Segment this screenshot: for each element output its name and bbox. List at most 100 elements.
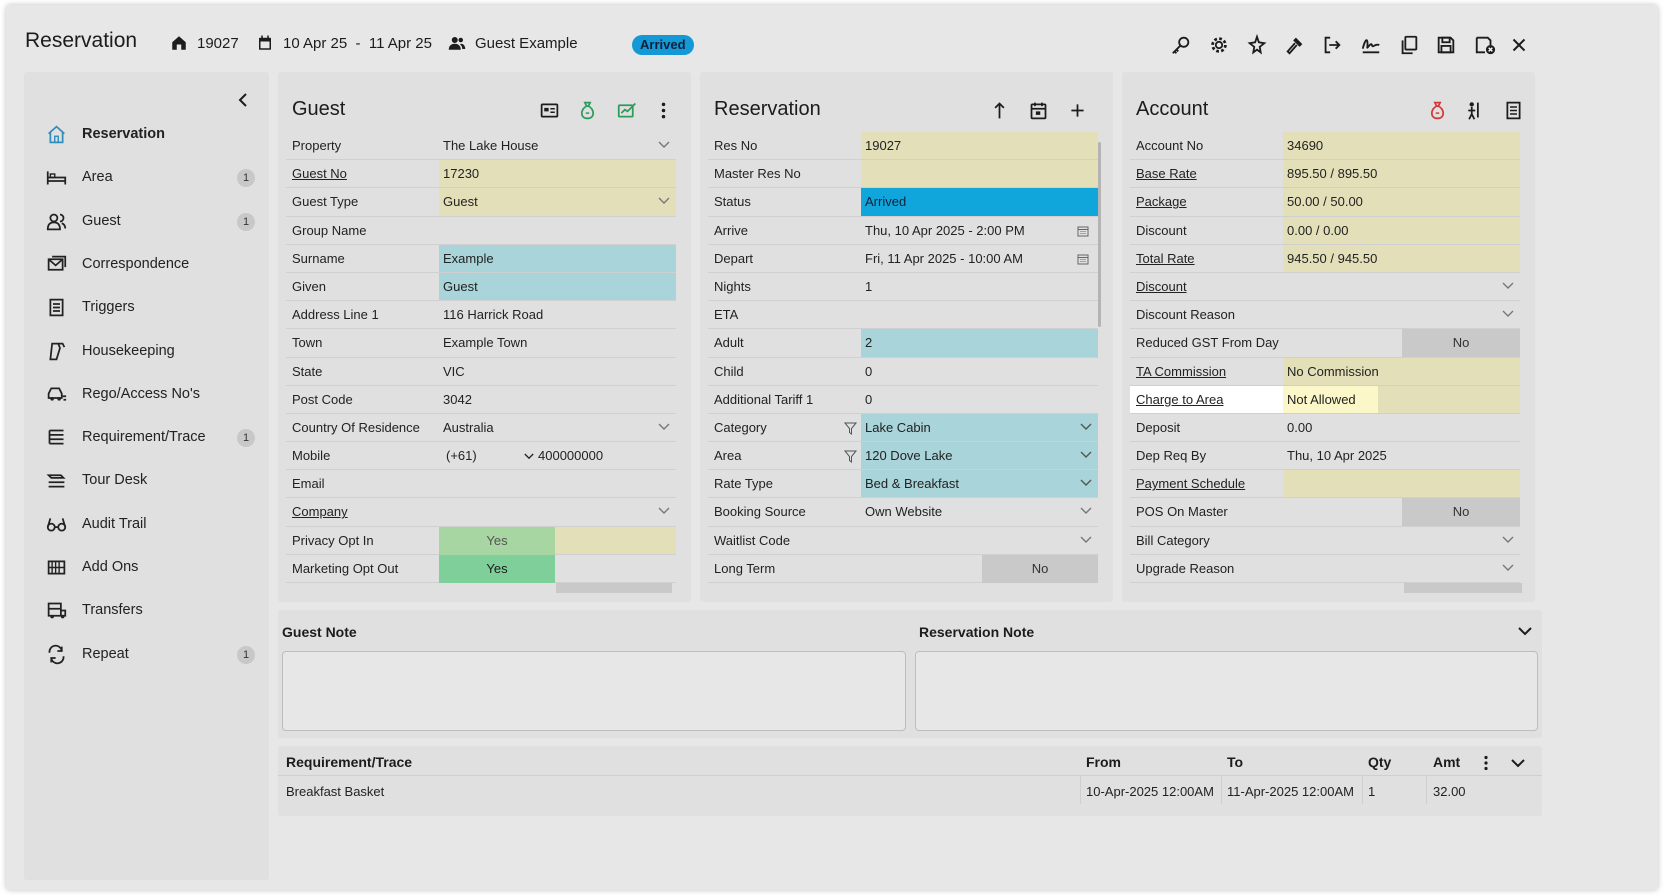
upgrade-reason-select[interactable] [1283, 555, 1520, 582]
settings-button[interactable] [1206, 32, 1232, 58]
bill-category-select[interactable] [1283, 527, 1520, 554]
guest-type-select[interactable]: Guest [439, 188, 676, 216]
category-select[interactable]: Lake Cabin [861, 413, 1098, 442]
guest-more-button[interactable] [650, 97, 676, 123]
sidebar-item-add-ons[interactable]: Add Ons [44, 552, 254, 582]
booking-source-select[interactable]: Own Website [861, 498, 1098, 525]
package-link[interactable]: Package [1130, 188, 1283, 215]
arrive-input[interactable]: Thu, 10 Apr 2025 - 2:00 PM [861, 217, 1098, 244]
more-vertical-icon[interactable] [1478, 755, 1494, 771]
account-money-button[interactable] [1424, 97, 1450, 123]
calendar-icon[interactable] [1077, 225, 1089, 237]
sidebar-item-triggers[interactable]: Triggers [44, 292, 254, 322]
account-invoice-button[interactable] [1500, 97, 1526, 123]
company-link[interactable]: Company [286, 498, 439, 525]
calendar-button[interactable] [1025, 97, 1051, 123]
guest-money-button[interactable] [574, 97, 600, 123]
long-term-toggle-no[interactable]: No [982, 554, 1098, 583]
privacy-toggle-yes[interactable]: Yes [439, 526, 555, 555]
guest-card-button[interactable] [536, 97, 562, 123]
sidebar-item-audit-trail[interactable]: Audit Trail [44, 509, 254, 539]
adult-input[interactable]: 2 [861, 329, 1098, 357]
pos-master-toggle-no[interactable]: No [1402, 498, 1520, 527]
magic-button[interactable] [1244, 32, 1270, 58]
property-select[interactable]: The Lake House [439, 132, 676, 159]
given-input[interactable]: Guest [439, 272, 676, 301]
marketing-toggle-yes[interactable]: Yes [439, 554, 555, 583]
guest-note-textarea[interactable] [282, 651, 906, 731]
base-rate-link[interactable]: Base Rate [1130, 160, 1283, 187]
copy-button[interactable] [1396, 32, 1422, 58]
sidebar-item-rego[interactable]: Rego/Access No's [44, 379, 254, 409]
discount-select[interactable] [1283, 273, 1520, 300]
discount-link[interactable]: Discount [1130, 273, 1283, 300]
group-name-input[interactable] [439, 217, 676, 244]
guest-fields: Property The Lake House Guest No 17230 Gue… [286, 132, 676, 595]
field-surname: Surname Example [286, 244, 676, 273]
key-button[interactable] [1168, 32, 1194, 58]
total-rate-link[interactable]: Total Rate [1130, 245, 1283, 272]
filter-icon[interactable] [844, 450, 857, 464]
surname-input[interactable]: Example [439, 244, 676, 272]
req-cell-qty: 1 [1368, 784, 1376, 799]
guest-no-link[interactable]: Guest No [286, 160, 439, 187]
rate-type-select[interactable]: Bed & Breakfast [861, 470, 1098, 498]
reservation-note-textarea[interactable] [915, 651, 1538, 731]
reduced-gst-toggle-track[interactable]: No [1283, 329, 1520, 358]
chevron-down-icon[interactable] [1518, 626, 1532, 636]
country-select[interactable]: Australia [439, 414, 676, 441]
collapse-sidebar-button[interactable] [233, 90, 253, 110]
mobile-prefix-select[interactable]: (+61) [439, 442, 534, 469]
charge-to-area-link[interactable]: Charge to Area [1130, 385, 1283, 413]
reservation-scrollbar[interactable] [1098, 142, 1101, 327]
upgrade-button[interactable] [986, 97, 1012, 123]
privacy-toggle-track[interactable]: Yes [439, 526, 676, 555]
post-code-input[interactable]: 3042 [439, 386, 676, 413]
email-input[interactable] [439, 470, 676, 497]
account-transfer-button[interactable] [1460, 97, 1486, 123]
filter-icon[interactable] [844, 422, 857, 435]
mobile-input[interactable]: 400000000 [534, 442, 676, 469]
field-category: Category Lake Cabin [708, 413, 1098, 443]
more-vertical-icon [661, 102, 665, 118]
discount-reason-select[interactable] [1283, 301, 1520, 328]
save-close-button[interactable] [1472, 32, 1498, 58]
pos-master-toggle-track[interactable]: No [1283, 498, 1520, 527]
company-select[interactable] [439, 498, 676, 525]
sidebar-item-tour-desk[interactable]: Tour Desk [44, 465, 254, 495]
depart-input[interactable]: Fri, 11 Apr 2025 - 10:00 AM [861, 245, 1098, 272]
calendar-icon[interactable] [1077, 253, 1089, 265]
tools-button[interactable] [1282, 32, 1308, 58]
guest-chart-button[interactable] [614, 97, 640, 123]
nights-input[interactable]: 1 [861, 273, 1098, 300]
sidebar-item-housekeeping[interactable]: Housekeeping [44, 336, 254, 366]
additional-tariff-input[interactable]: 0 [861, 386, 1098, 413]
payment-schedule-link[interactable]: Payment Schedule [1130, 470, 1283, 497]
add-reservation-button[interactable] [1064, 97, 1090, 123]
dep-req-by-value[interactable]: Thu, 10 Apr 2025 [1283, 442, 1520, 469]
long-term-toggle-track[interactable]: No [861, 554, 1098, 583]
sidebar-item-correspondence[interactable]: Correspondence [44, 249, 254, 279]
sidebar-item-transfers[interactable]: Transfers [44, 595, 254, 625]
sidebar-item-requirement-trace[interactable]: Requirement/Trace 1 [44, 422, 255, 452]
sidebar-item-repeat[interactable]: Repeat 1 [44, 639, 255, 669]
signature-button[interactable] [1358, 32, 1384, 58]
save-button[interactable] [1433, 32, 1459, 58]
address-input[interactable]: 116 Harrick Road [439, 301, 676, 328]
state-input[interactable]: VIC [439, 358, 676, 385]
chevron-down-icon[interactable] [1511, 758, 1525, 768]
town-input[interactable]: Example Town [439, 329, 676, 356]
ta-commission-link[interactable]: TA Commission [1130, 358, 1283, 385]
child-input[interactable]: 0 [861, 358, 1098, 385]
checkout-button[interactable] [1319, 32, 1345, 58]
close-button[interactable] [1506, 32, 1532, 58]
sidebar-item-guest[interactable]: Guest 1 [44, 206, 255, 236]
area-select[interactable]: 120 Dove Lake [861, 442, 1098, 470]
waitlist-code-select[interactable] [861, 527, 1098, 554]
eta-input[interactable] [861, 301, 1098, 328]
sidebar-item-area[interactable]: Area 1 [44, 162, 255, 192]
field-town: Town Example Town [286, 329, 676, 358]
marketing-toggle-track[interactable]: Yes [439, 554, 676, 583]
sidebar-item-reservation[interactable]: Reservation [44, 119, 254, 149]
reduced-gst-toggle-no[interactable]: No [1402, 329, 1520, 358]
